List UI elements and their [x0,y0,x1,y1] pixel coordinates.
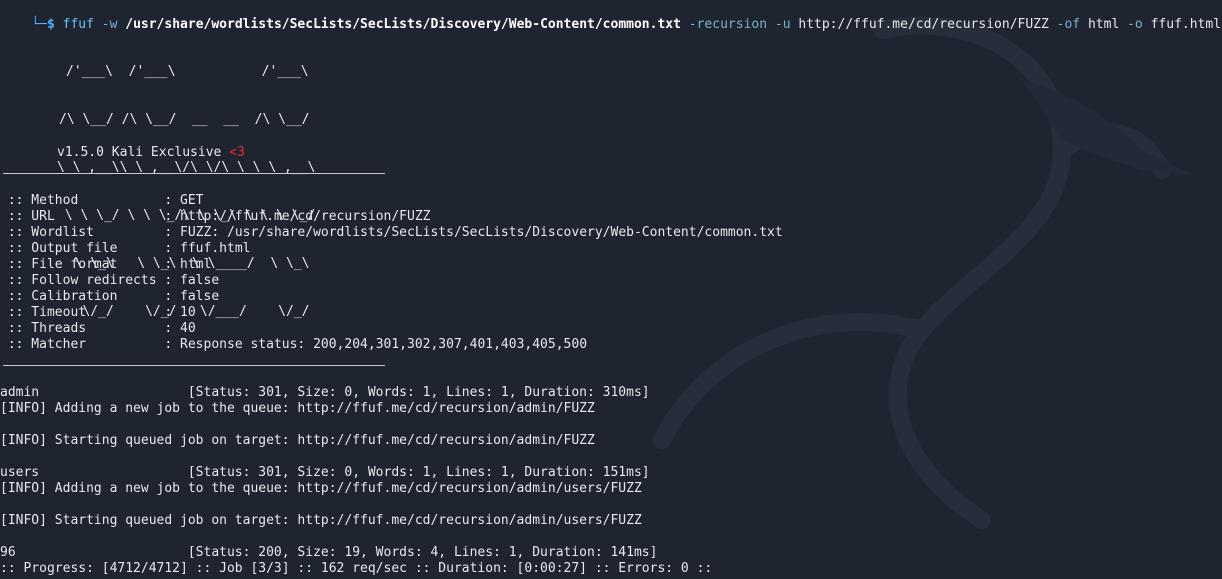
config-value: : http://ffuf.me/cd/recursion/FUZZ [164,209,431,224]
config-row: :: Wordlist : FUZZ: /usr/share/wordlists… [0,225,783,241]
config-key: :: Matcher [0,337,165,352]
command-arg: -of [1056,17,1081,32]
config-key: :: Threads [0,321,165,336]
command-arg: /usr/share/wordlists/SecLists/SecLists/D… [125,17,681,32]
config-key: :: Method [0,193,165,208]
prompt-arrow: └─ [31,17,47,32]
result-line: [INFO] Starting queued job on target: ht… [0,433,595,448]
command-name: ffuf [62,17,94,32]
result-line: [INFO] Starting queued job on target: ht… [0,513,642,528]
logo-line: /\ \__/ /\ \__/ __ __ /\ \__/ [59,112,310,127]
config-row: :: URL : http://ffuf.me/cd/recursion/FUZ… [0,209,431,225]
logo-line: /'___\ /'___\ /'___\ [66,64,309,79]
command-arg: http://ffuf.me/cd/recursion/FUZZ [798,17,1049,32]
config-row: :: Matcher : Response status: 200,204,30… [0,337,587,353]
command-arg: ffuf.html [1150,17,1222,32]
result-line: [INFO] Adding a new job to the queue: ht… [0,481,642,496]
config-row: :: Method : GET [0,193,204,209]
command-arg: -recursion [688,17,768,32]
config-key: :: Timeout [0,305,165,320]
config-key: :: Calibration [0,289,165,304]
config-row: :: File format : html [0,257,212,273]
command-arg: -w [101,17,118,32]
command-arg: html [1087,17,1120,32]
heart-text: <3 [229,145,245,160]
config-value: : 40 [164,321,196,336]
config-value: : false [164,289,220,304]
config-row: :: Calibration : false [0,289,219,305]
divider-top [3,173,385,174]
config-key: :: Wordlist [0,225,165,240]
config-row: :: Output file : ffuf.html [0,241,251,257]
result-line: users [Status: 301, Size: 0, Words: 1, L… [0,465,650,480]
config-value: : Response status: 200,204,301,302,307,4… [164,337,588,352]
config-value: : html [164,257,212,272]
command-arg: -o [1127,17,1143,32]
command-arg: -u [774,17,791,32]
progress-line: :: Progress: [4712/4712] :: Job [3/3] ::… [0,561,713,576]
result-line: 96 [Status: 200, Size: 19, Words: 4, Lin… [0,545,658,560]
command-prompt-line: └─$ ffuf -w /usr/share/wordlists/SecList… [0,1,1221,32]
result-line: admin [Status: 301, Size: 0, Words: 1, L… [0,385,650,400]
version-line: v1.5.0 Kali Exclusive <3 [57,145,245,161]
terminal-output: └─$ ffuf -w /usr/share/wordlists/SecList… [0,0,1222,579]
result-line: [INFO] Adding a new job to the queue: ht… [0,401,595,416]
divider-bottom [3,365,385,366]
config-value: : 10 [164,305,196,320]
config-key: :: File format [0,257,165,272]
version-text: v1.5.0 Kali Exclusive [57,145,230,160]
config-value: : FUZZ: /usr/share/wordlists/SecLists/Se… [164,225,783,240]
config-row: :: Timeout : 10 [0,305,196,321]
prompt-dollar: $ [46,17,55,32]
config-key: :: Follow redirects [0,273,165,288]
config-value: : ffuf.html [164,241,251,256]
config-value: : GET [164,193,204,208]
config-value: : false [164,273,220,288]
config-row: :: Follow redirects : false [0,273,219,289]
config-key: :: URL [0,209,165,224]
config-key: :: Output file [0,241,165,256]
config-row: :: Threads : 40 [0,321,196,337]
